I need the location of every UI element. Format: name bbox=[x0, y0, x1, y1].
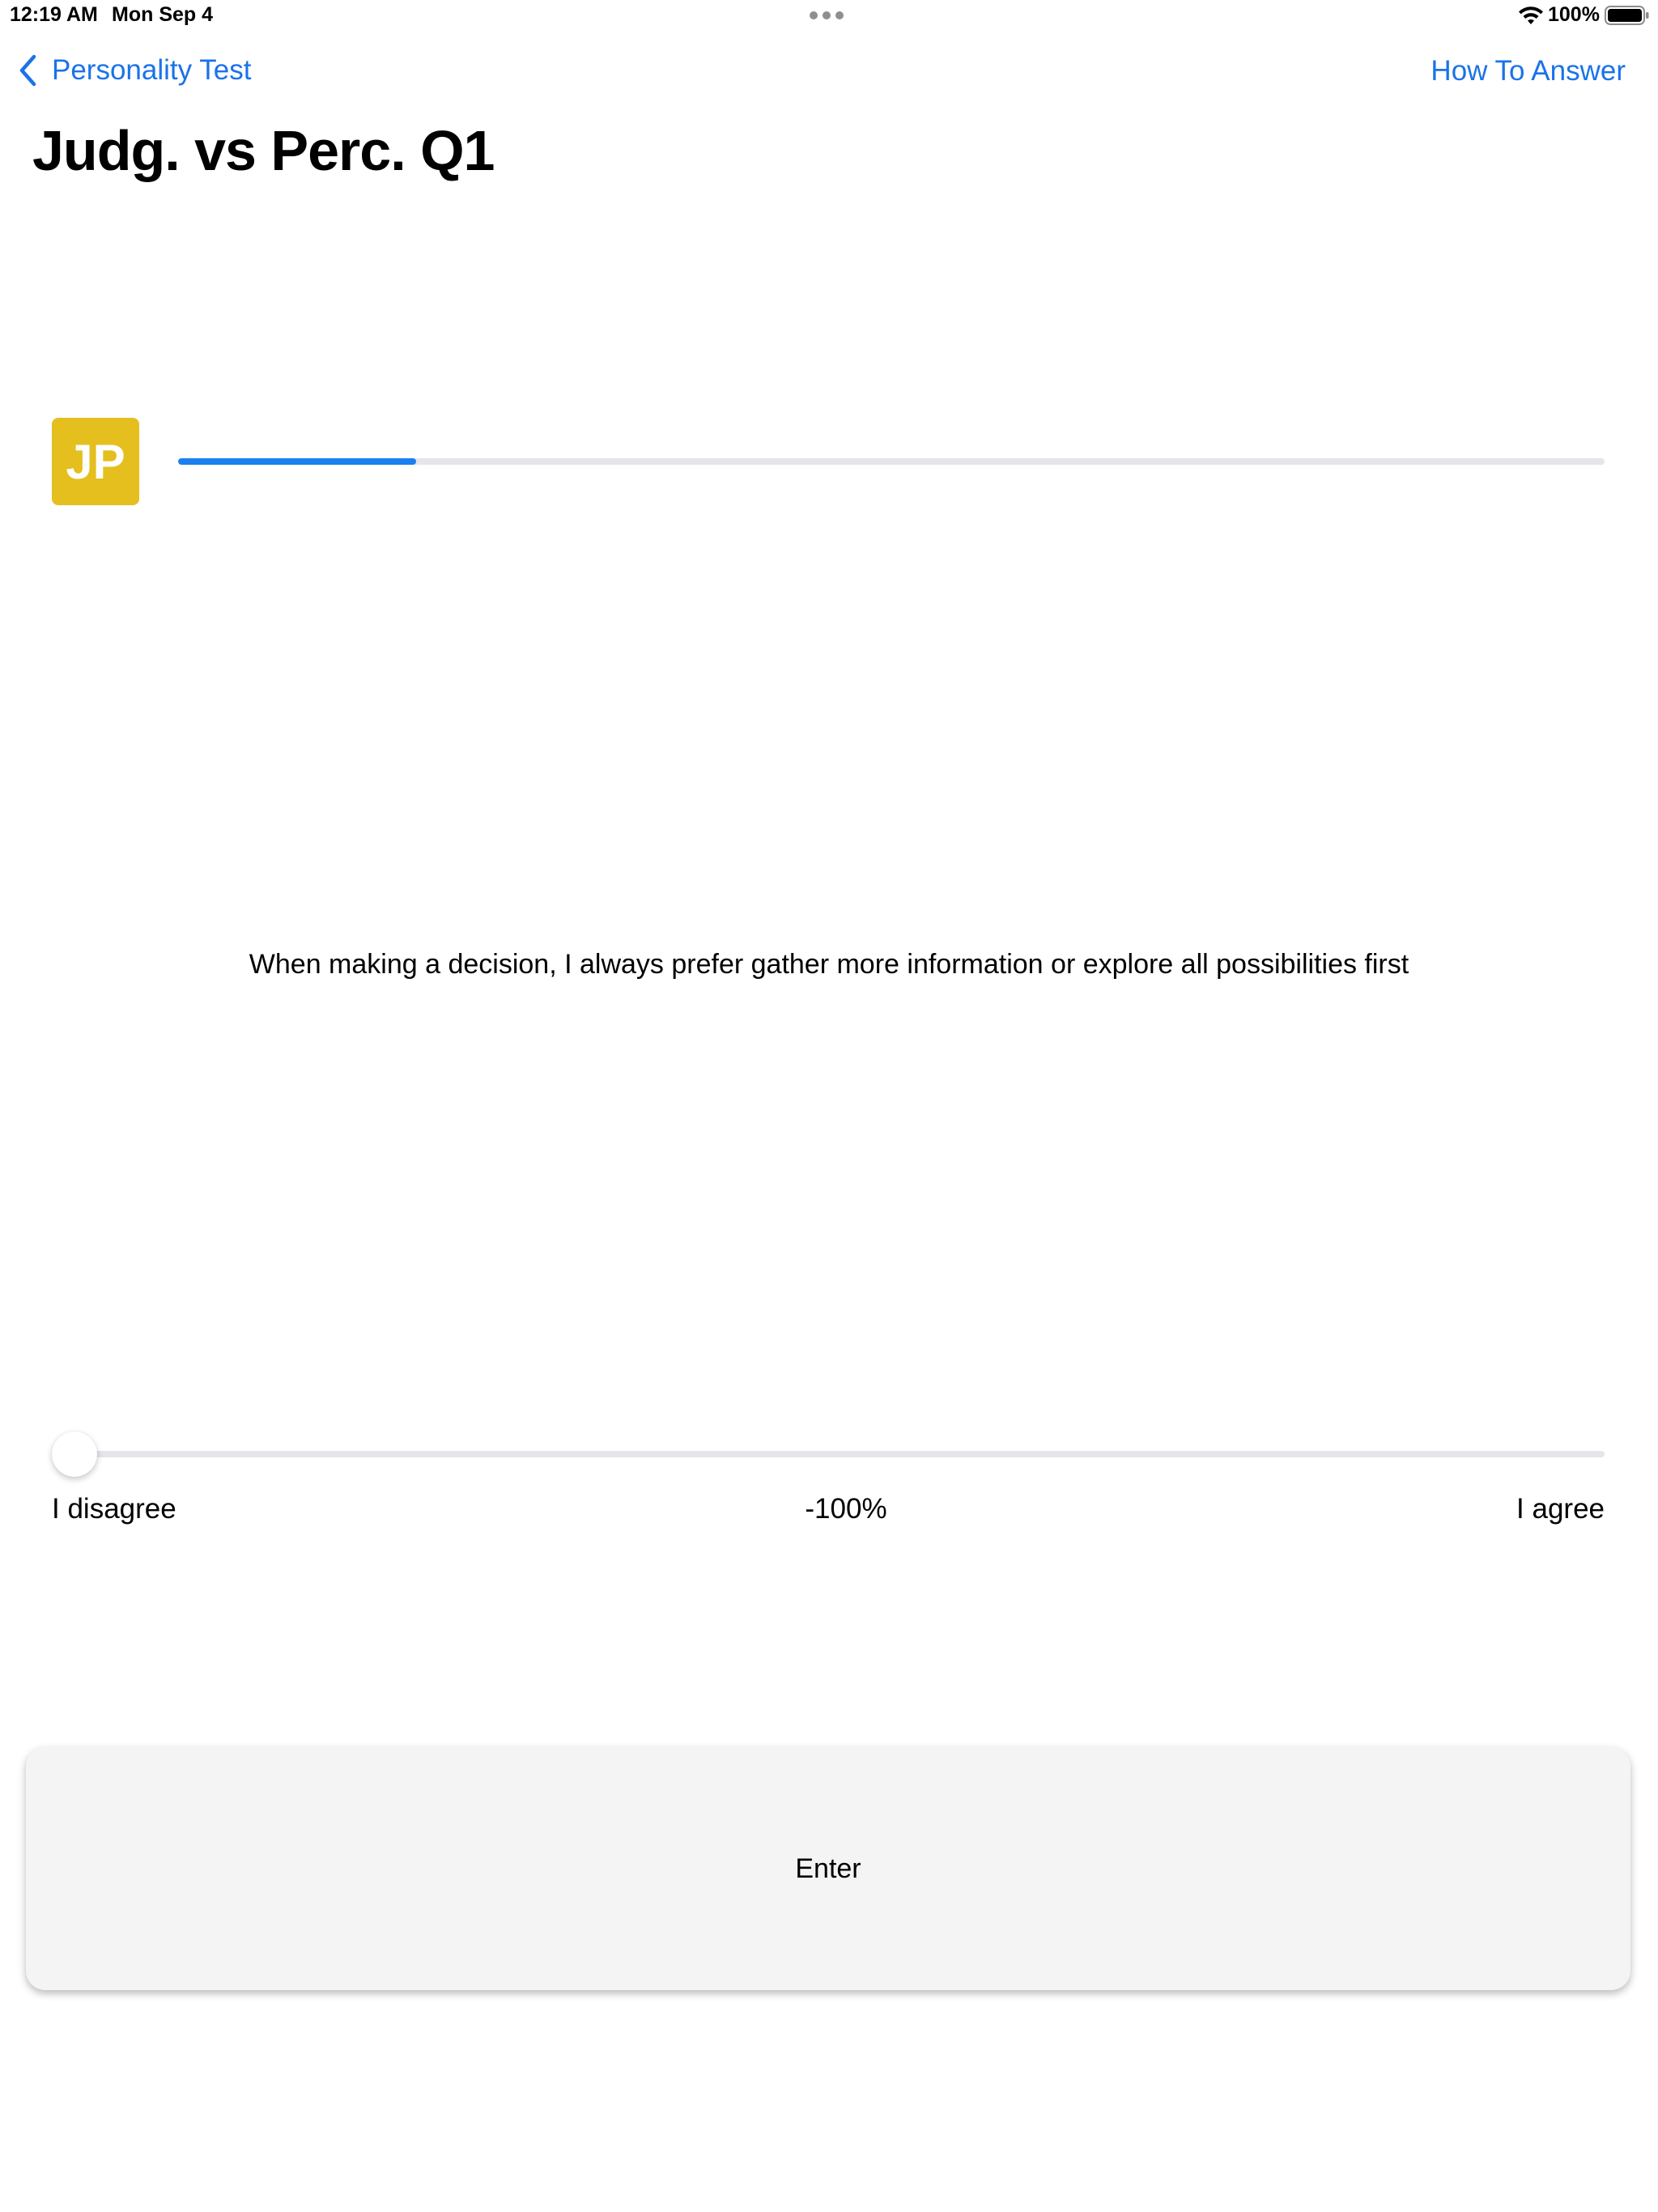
agreement-slider-thumb[interactable] bbox=[52, 1431, 97, 1477]
status-date: Mon Sep 4 bbox=[112, 3, 214, 26]
wifi-icon bbox=[1519, 6, 1543, 24]
enter-button[interactable]: Enter bbox=[26, 1747, 1630, 1990]
status-time: 12:19 AM bbox=[10, 3, 98, 26]
chevron-left-icon bbox=[19, 54, 36, 87]
how-to-answer-button[interactable]: How To Answer bbox=[1431, 55, 1626, 87]
battery-percentage: 100% bbox=[1548, 3, 1600, 26]
agreement-slider-track[interactable] bbox=[52, 1451, 1605, 1457]
enter-button-label: Enter bbox=[795, 1853, 861, 1884]
dot bbox=[823, 11, 831, 19]
status-bar: 12:19 AM Mon Sep 4 100% bbox=[0, 0, 1658, 36]
slider-max-label: I agree bbox=[1516, 1493, 1605, 1525]
dot bbox=[835, 11, 844, 19]
progress-bar bbox=[178, 458, 1605, 465]
page-title: Judg. vs Perc. Q1 bbox=[32, 119, 495, 182]
back-button-label: Personality Test bbox=[52, 54, 252, 86]
dot bbox=[810, 11, 818, 19]
question-text: When making a decision, I always prefer … bbox=[249, 949, 1409, 980]
battery-icon bbox=[1605, 6, 1649, 25]
progress-bar-fill bbox=[178, 458, 417, 465]
back-button[interactable]: Personality Test bbox=[18, 53, 251, 87]
dimension-badge: JP bbox=[52, 418, 139, 505]
multitask-dots-icon[interactable] bbox=[810, 11, 844, 19]
slider-value-label: -100% bbox=[805, 1493, 887, 1525]
